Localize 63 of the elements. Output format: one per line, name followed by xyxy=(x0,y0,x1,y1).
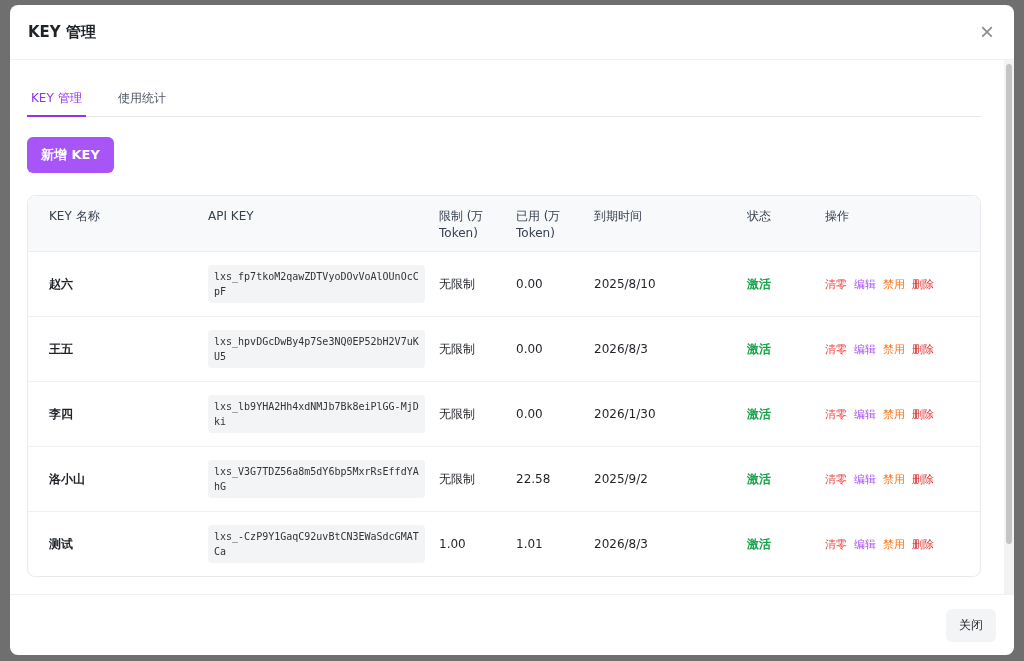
api-key: lxs_lb9YHA2Hh4xdNMJb7Bk8eiPlGG-MjDki xyxy=(208,395,425,433)
table-cell-text: 无限制 xyxy=(438,405,476,423)
tab[interactable]: KEY 管理 xyxy=(27,84,86,117)
table-cell-text: 22.58 xyxy=(515,470,552,488)
table-cell-text: 2025/8/10 xyxy=(593,275,657,293)
dialog-title: KEY 管理 xyxy=(28,22,96,42)
column-header: 已用 (万 Token) xyxy=(515,208,562,242)
column-header: KEY 名称 xyxy=(48,208,101,225)
add-key-button[interactable]: 新增 KEY xyxy=(27,137,114,173)
table-cell-text: 无限制 xyxy=(438,470,476,488)
action-link[interactable]: 删除 xyxy=(912,275,934,293)
table-cell-text: 0.00 xyxy=(515,340,544,358)
api-key: lxs_fp7tkoM2qawZDTVyoDOvVoAlOUnOcCpF xyxy=(208,265,425,303)
table-cell-text: 1.00 xyxy=(438,535,467,553)
table-cell-text: 李四 xyxy=(48,405,74,423)
close-button[interactable]: 关闭 xyxy=(946,608,996,642)
table-cell-text: 0.00 xyxy=(515,405,544,423)
action-link[interactable]: 禁用 xyxy=(883,405,905,423)
action-link[interactable]: 删除 xyxy=(912,405,934,423)
action-link[interactable]: 清零 xyxy=(825,535,847,553)
tab[interactable]: 使用统计 xyxy=(113,84,170,117)
table-cell-text: 2026/8/3 xyxy=(593,340,649,358)
action-link[interactable]: 禁用 xyxy=(883,275,905,293)
table-cell-text: 2026/8/3 xyxy=(593,535,649,553)
status-label: 激活 xyxy=(747,471,771,486)
action-link[interactable]: 删除 xyxy=(912,535,934,553)
table-cell-text: 洛小山 xyxy=(48,470,86,488)
column-header: 操作 xyxy=(824,208,850,225)
table-cell-text: 王五 xyxy=(48,340,74,358)
api-key: lxs_-CzP9Y1GaqC92uvBtCN3EWaSdcGMATCa xyxy=(208,525,425,563)
status-label: 激活 xyxy=(747,406,771,421)
table-cell-text: 2026/1/30 xyxy=(593,405,657,423)
column-header: 到期时间 xyxy=(593,208,643,225)
status-label: 激活 xyxy=(747,536,771,551)
action-link[interactable]: 编辑 xyxy=(854,470,876,488)
column-header: API KEY xyxy=(207,208,255,225)
status-label: 激活 xyxy=(747,341,771,356)
action-link[interactable]: 编辑 xyxy=(854,275,876,293)
action-link[interactable]: 删除 xyxy=(912,470,934,488)
table-cell-text: 2025/9/2 xyxy=(593,470,649,488)
api-key: lxs_V3G7TDZ56a8m5dY6bp5MxrRsEffdYAhG xyxy=(208,460,425,498)
action-link[interactable]: 禁用 xyxy=(883,340,905,358)
action-link[interactable]: 清零 xyxy=(825,275,847,293)
action-link[interactable]: 清零 xyxy=(825,470,847,488)
api-key: lxs_hpvDGcDwBy4p7Se3NQ0EP52bH2V7uKU5 xyxy=(208,330,425,368)
column-header: 状态 xyxy=(746,208,772,225)
table-cell-text: 测试 xyxy=(48,535,74,553)
action-link[interactable]: 清零 xyxy=(825,340,847,358)
action-link[interactable]: 编辑 xyxy=(854,340,876,358)
action-link[interactable]: 禁用 xyxy=(883,535,905,553)
column-header: 限制 (万 Token) xyxy=(438,208,485,242)
table-cell-text: 无限制 xyxy=(438,340,476,358)
table-cell-text: 赵六 xyxy=(48,275,74,293)
table-cell-text: 无限制 xyxy=(438,275,476,293)
action-link[interactable]: 编辑 xyxy=(854,535,876,553)
action-link[interactable]: 清零 xyxy=(825,405,847,423)
table-cell-text: 1.01 xyxy=(515,535,544,553)
action-link[interactable]: 编辑 xyxy=(854,405,876,423)
action-link[interactable]: 禁用 xyxy=(883,470,905,488)
status-label: 激活 xyxy=(747,276,771,291)
scrollbar[interactable] xyxy=(1004,60,1014,594)
table-cell-text: 0.00 xyxy=(515,275,544,293)
action-link[interactable]: 删除 xyxy=(912,340,934,358)
